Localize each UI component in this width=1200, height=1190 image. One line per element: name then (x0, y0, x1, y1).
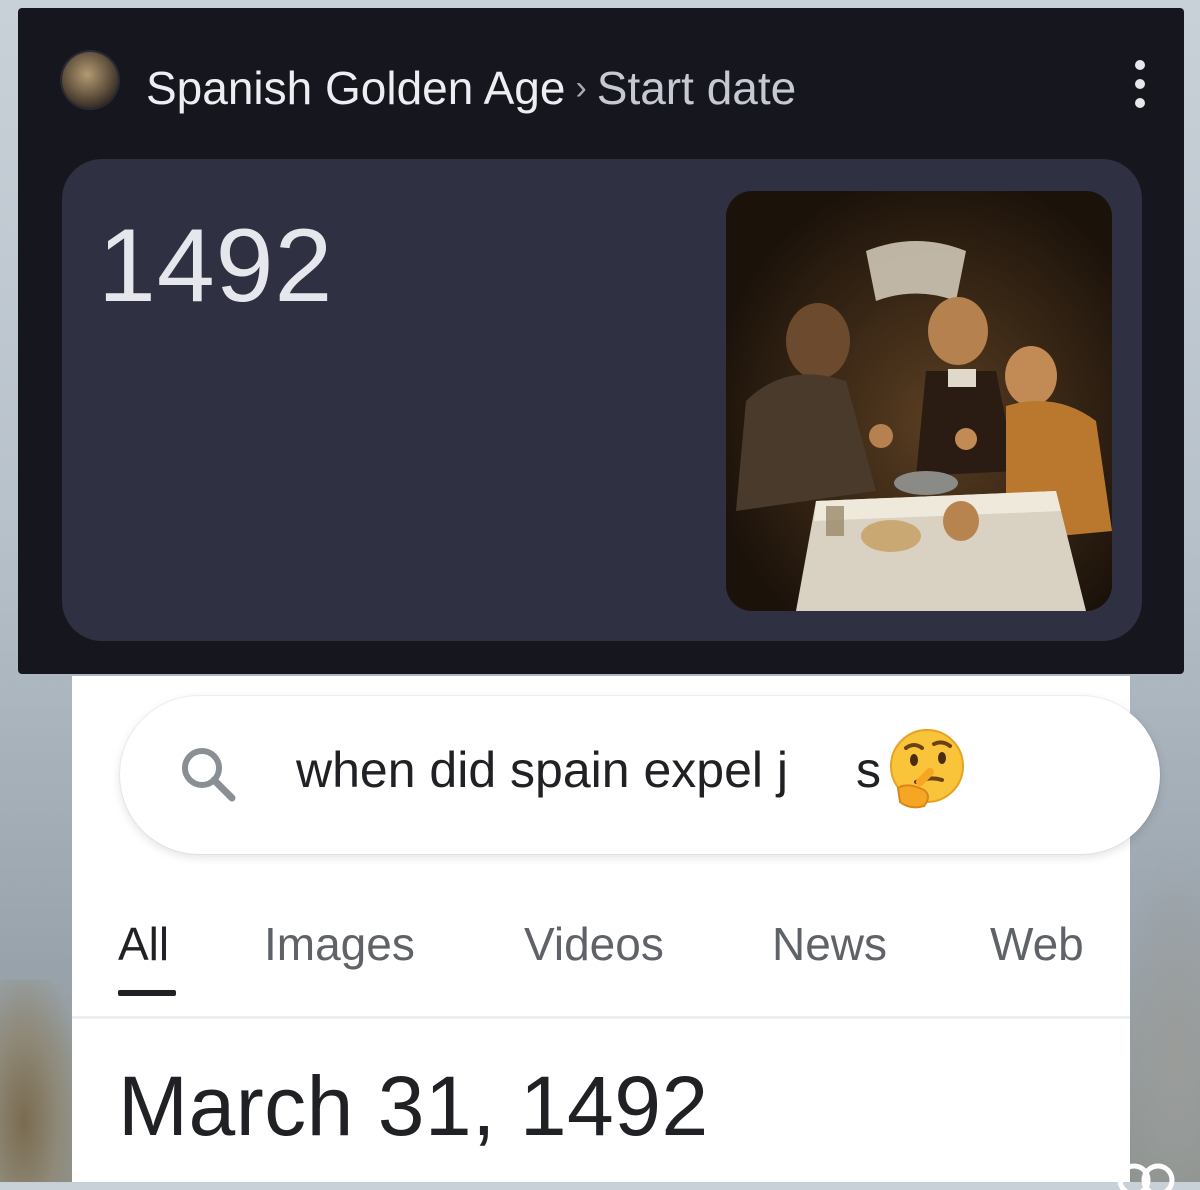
more-options-icon[interactable] (1132, 60, 1148, 108)
tab-all-underline (118, 990, 176, 996)
search-query-suffix: s (856, 742, 881, 798)
search-query-text: when did spain expel j (296, 742, 788, 798)
knowledge-panel-header: Spanish Golden Age › Start date (18, 8, 1184, 158)
answer-value: 1492 (98, 208, 334, 324)
knowledge-panel: Spanish Golden Age › Start date 1492 (18, 8, 1184, 674)
thinking-face-emoji-icon (890, 729, 964, 809)
corner-watermark-icon (1117, 1163, 1175, 1190)
tab-web[interactable]: Web (990, 916, 1084, 972)
tab-videos[interactable]: Videos (524, 916, 664, 972)
painting-image[interactable] (726, 191, 1112, 611)
search-icon[interactable] (174, 740, 244, 810)
tab-news[interactable]: News (772, 916, 887, 972)
source-favicon-icon[interactable] (62, 52, 118, 108)
search-input[interactable]: when did spain expel j s (296, 738, 881, 802)
tabs-divider (72, 1016, 1130, 1019)
breadcrumb-entity[interactable]: Spanish Golden Age (146, 58, 565, 118)
painting-illustration (726, 191, 1112, 611)
breadcrumb-chevron-icon: › (575, 69, 587, 107)
tab-all[interactable]: All (118, 916, 169, 972)
breadcrumb: Spanish Golden Age › Start date (146, 58, 796, 118)
breadcrumb-attribute: Start date (596, 62, 797, 114)
search-tabs: All Images Videos News Web (118, 916, 1108, 996)
answer-card: 1492 (62, 159, 1142, 641)
featured-answer: March 31, 1492 (118, 1059, 709, 1153)
search-results-card: when did spain expel j s All Images Video… (72, 676, 1160, 1182)
background-blur-left (0, 980, 80, 1182)
tab-images[interactable]: Images (264, 916, 415, 972)
background-blur-right (1120, 860, 1200, 1182)
search-box[interactable]: when did spain expel j s (120, 696, 1160, 854)
